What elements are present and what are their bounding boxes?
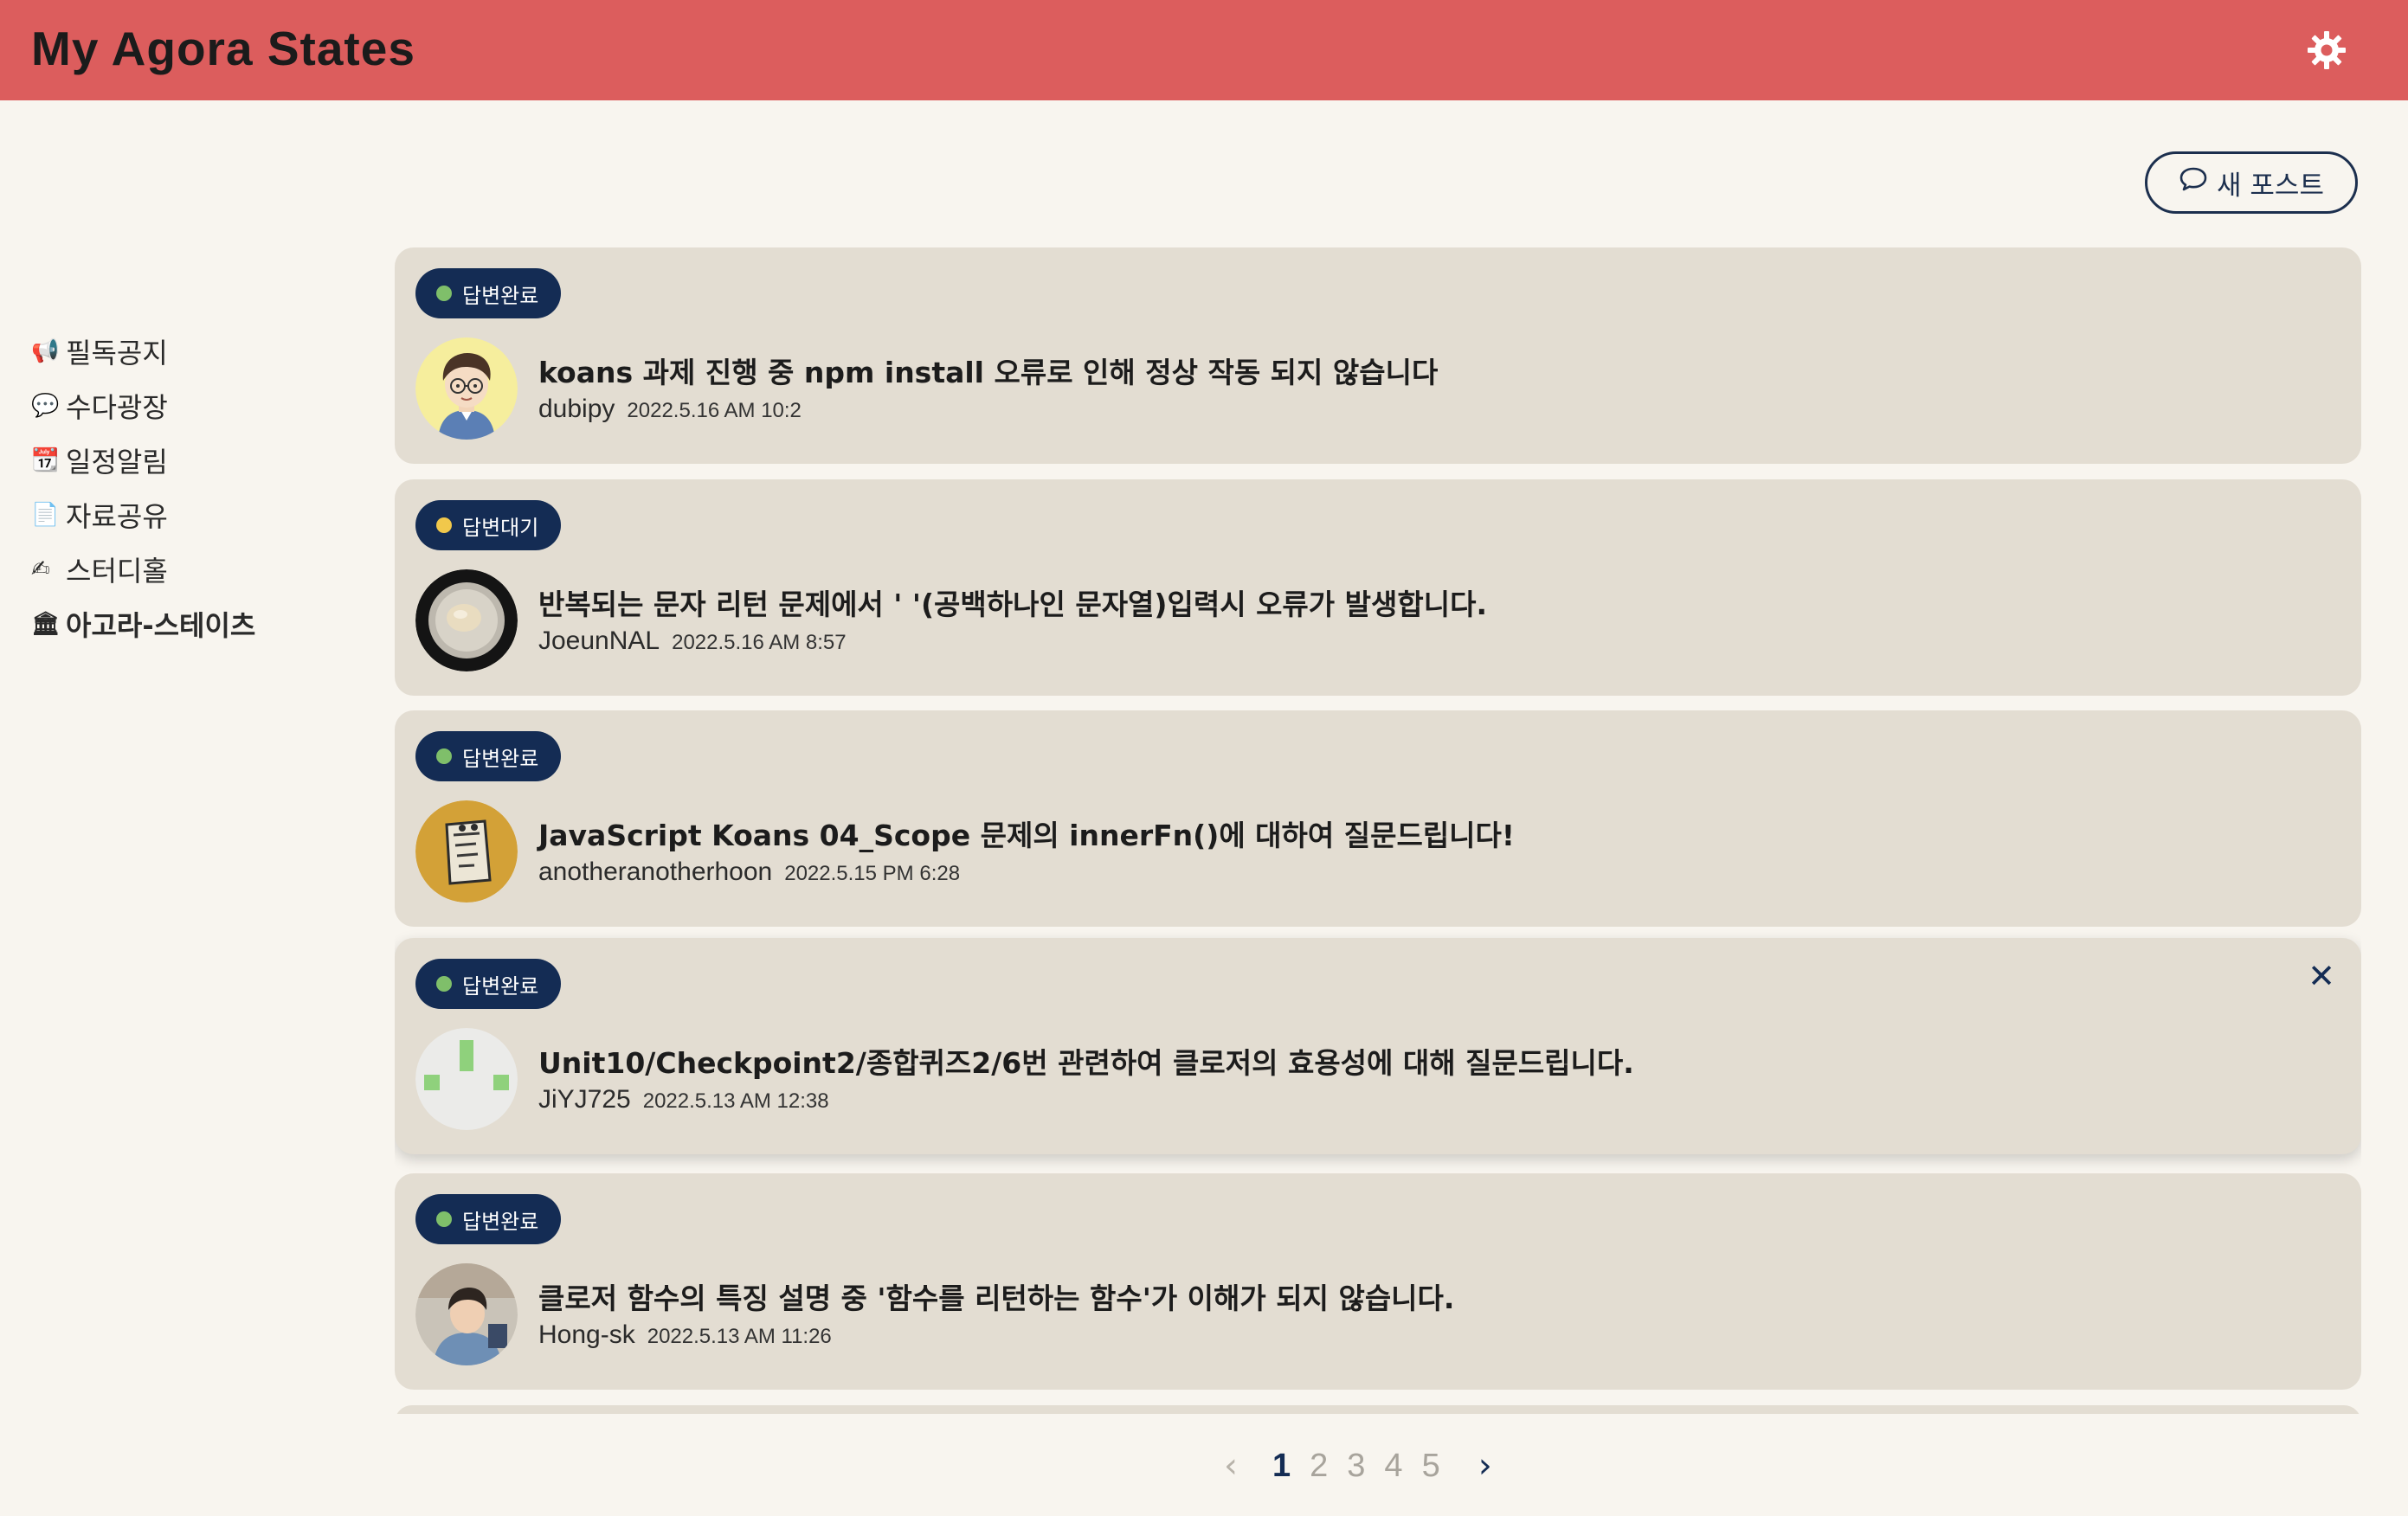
page-5[interactable]: 5 xyxy=(1422,1448,1440,1485)
post-date: 2022.5.13 AM 11:26 xyxy=(647,1325,832,1348)
status-label: 답변완료 xyxy=(462,973,539,999)
status-label: 답변완료 xyxy=(462,1209,539,1234)
sidebar-item-label: 필독공지 xyxy=(66,336,168,369)
chevron-left-icon[interactable]: ‹ xyxy=(1224,1446,1238,1486)
sidebar-item-label: 스터디홀 xyxy=(66,554,168,588)
sidebar-item-study[interactable]: ✍ 스터디홀 xyxy=(31,542,360,596)
post-title[interactable]: JavaScript Koans 04_Scope 문제의 innerFn()에… xyxy=(538,813,1515,854)
post-meta: anotheranotherhoon 2022.5.15 PM 6:28 xyxy=(538,858,960,887)
page-4[interactable]: 4 xyxy=(1384,1448,1402,1485)
status-badge: 답변완료 xyxy=(415,959,562,1009)
writing-hand-icon: ✍ xyxy=(31,556,50,582)
post-meta: Hong-sk 2022.5.13 AM 11:26 xyxy=(538,1320,832,1350)
gear-icon[interactable] xyxy=(2306,29,2347,71)
status-dot xyxy=(436,517,452,533)
bowl-photo-avatar xyxy=(415,569,518,671)
identicon-avatar xyxy=(415,1028,518,1130)
post-meta: dubipy 2022.5.16 AM 10:2 xyxy=(538,395,802,424)
post-list: 답변완료 koans 과제 진행 중 npm install 오류로 인해 정상… xyxy=(395,247,2361,1414)
person-photo-avatar xyxy=(415,1263,518,1365)
status-badge: 답변완료 xyxy=(415,268,562,318)
post-author: JiYJ725 xyxy=(538,1085,631,1114)
post-meta: JiYJ725 2022.5.13 AM 12:38 xyxy=(538,1085,829,1115)
status-dot xyxy=(436,286,452,301)
sticker-avatar xyxy=(415,800,518,903)
post-card[interactable]: 답변완료 koans 과제 진행 중 npm install 오류로 인해 정상… xyxy=(395,247,2361,464)
page-3[interactable]: 3 xyxy=(1347,1448,1365,1485)
post-meta: JoeunNAL 2022.5.16 AM 8:57 xyxy=(538,626,847,656)
app-header: My Agora States xyxy=(0,0,2408,100)
sidebar-item-label: 자료공유 xyxy=(66,499,168,533)
classical-building-icon: 🏛 xyxy=(31,610,61,637)
sidebar-item-notice[interactable]: 📢 필독공지 xyxy=(31,324,360,378)
sidebar-item-label: 일정알림 xyxy=(66,445,168,479)
cartoon-boy-avatar xyxy=(415,337,518,440)
post-title[interactable]: koans 과제 진행 중 npm install 오류로 인해 정상 작동 되… xyxy=(538,350,1438,391)
close-icon[interactable]: ✕ xyxy=(2308,957,2335,995)
post-date: 2022.5.13 AM 12:38 xyxy=(642,1089,829,1113)
app-title: My Agora States xyxy=(31,22,415,75)
status-dot xyxy=(436,1211,452,1227)
post-card[interactable]: 답변대기 반복되는 문자 리턴 문제에서 ' '(공백하나인 문자열)입력시 오… xyxy=(395,479,2361,696)
post-title[interactable]: Unit10/Checkpoint2/종합퀴즈2/6번 관련하여 클로저의 효용… xyxy=(538,1040,1634,1082)
sidebar-item-agora[interactable]: 🏛 아고라-스테이츠 xyxy=(31,596,360,651)
sidebar-item-label: 아고라-스테이츠 xyxy=(66,608,256,642)
page-1[interactable]: 1 xyxy=(1272,1448,1291,1485)
post-author: JoeunNAL xyxy=(538,626,660,655)
sidebar-item-resources[interactable]: 📄 자료공유 xyxy=(31,487,360,542)
status-dot xyxy=(436,976,452,992)
calendar-icon: 📆 xyxy=(31,446,60,473)
sidebar-nav: 📢 필독공지 💬 수다광장 📆 일정알림 📄 자료공유 ✍ 스터디홀 🏛 아고라… xyxy=(31,324,360,651)
chevron-right-icon[interactable]: › xyxy=(1478,1446,1492,1486)
sidebar-item-schedule[interactable]: 📆 일정알림 xyxy=(31,433,360,487)
post-author: anotheranotherhoon xyxy=(538,858,773,886)
post-date: 2022.5.15 PM 6:28 xyxy=(784,862,961,885)
status-label: 답변완료 xyxy=(462,746,539,771)
status-dot xyxy=(436,748,452,764)
status-badge: 답변완료 xyxy=(415,731,562,781)
post-title[interactable]: 클로저 함수의 특징 설명 중 '함수를 리턴하는 함수'가 이해가 되지 않습… xyxy=(538,1275,1454,1317)
post-card[interactable]: 답변완료 클로저 함수의 특징 설명 중 '함수를 리턴하는 함수'가 이해가 … xyxy=(395,1173,2361,1390)
post-card-next-peek xyxy=(395,1405,2361,1414)
status-label: 답변대기 xyxy=(462,515,539,540)
new-post-button[interactable]: 새 포스트 xyxy=(2145,151,2358,214)
post-date: 2022.5.16 AM 8:57 xyxy=(672,631,847,654)
post-card[interactable]: 답변완료 JavaScript Koans 04_Scope 문제의 inner… xyxy=(395,710,2361,927)
megaphone-icon: 📢 xyxy=(31,337,60,364)
status-badge: 답변완료 xyxy=(415,1194,562,1244)
speech-bubble-icon: 💬 xyxy=(31,392,60,419)
document-icon: 📄 xyxy=(31,501,60,528)
sidebar-item-label: 수다광장 xyxy=(66,390,168,424)
post-card[interactable]: 답변완료 ✕ Unit10/Checkpoint2/종합퀴즈2/6번 관련하여 … xyxy=(395,938,2361,1154)
page-2[interactable]: 2 xyxy=(1310,1448,1328,1485)
status-label: 답변완료 xyxy=(462,283,539,308)
post-author: Hong-sk xyxy=(538,1320,635,1349)
status-badge: 답변대기 xyxy=(415,500,562,550)
post-title[interactable]: 반복되는 문자 리턴 문제에서 ' '(공백하나인 문자열)입력시 오류가 발생… xyxy=(538,581,1487,623)
post-date: 2022.5.16 AM 10:2 xyxy=(627,399,802,422)
pagination: ‹ 1 2 3 4 5 › xyxy=(1224,1440,1492,1492)
post-author: dubipy xyxy=(538,395,615,423)
new-post-label: 새 포스트 xyxy=(2217,170,2324,202)
chat-bubble-icon xyxy=(2179,166,2208,199)
sidebar-item-chat[interactable]: 💬 수다광장 xyxy=(31,378,360,433)
